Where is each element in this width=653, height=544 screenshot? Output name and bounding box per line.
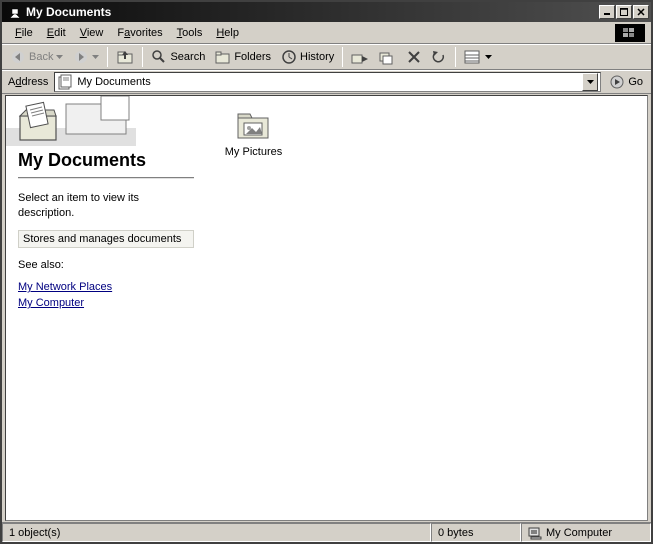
computer-icon xyxy=(528,526,542,540)
chevron-down-icon xyxy=(56,54,63,61)
search-button[interactable]: Search xyxy=(147,46,209,68)
menu-favorites[interactable]: Favorites xyxy=(110,25,169,41)
minimize-button[interactable] xyxy=(599,5,615,19)
windows-flag-icon xyxy=(615,24,645,42)
explorer-window: My Documents File Edit View Favorites To… xyxy=(0,0,653,544)
titlebar: My Documents xyxy=(2,2,651,22)
moveto-button[interactable] xyxy=(347,46,373,68)
history-button[interactable]: History xyxy=(277,46,338,68)
go-icon xyxy=(609,74,625,90)
window-title: My Documents xyxy=(26,5,598,19)
delete-icon xyxy=(407,50,421,64)
menu-help[interactable]: Help xyxy=(209,25,246,41)
delete-button[interactable] xyxy=(403,46,425,68)
menu-tools[interactable]: Tools xyxy=(170,25,210,41)
forward-arrow-icon xyxy=(73,49,89,65)
copyto-button[interactable] xyxy=(375,46,401,68)
maximize-button[interactable] xyxy=(616,5,632,19)
folder-label: My Pictures xyxy=(216,144,291,158)
file-list[interactable]: My Pictures xyxy=(206,96,647,520)
address-dropdown[interactable] xyxy=(582,73,598,91)
menu-file[interactable]: File xyxy=(8,25,40,41)
close-button[interactable] xyxy=(633,5,649,19)
address-bar: Address My Documents Go xyxy=(2,70,651,94)
mydocuments-icon xyxy=(57,74,73,90)
link-my-network-places[interactable]: My Network Places xyxy=(6,281,206,297)
undo-button[interactable] xyxy=(427,46,451,68)
panel-description: Stores and manages documents xyxy=(18,230,194,248)
statusbar: 1 object(s) 0 bytes My Computer xyxy=(2,522,651,542)
panel-banner xyxy=(6,96,206,146)
address-value: My Documents xyxy=(77,76,150,88)
history-icon xyxy=(281,49,297,65)
link-my-computer[interactable]: My Computer xyxy=(6,297,206,313)
chevron-down-icon xyxy=(587,79,594,86)
address-label: Address xyxy=(6,76,50,88)
moveto-icon xyxy=(351,49,369,65)
forward-button[interactable] xyxy=(69,46,103,68)
menu-view[interactable]: View xyxy=(73,25,111,41)
search-icon xyxy=(151,49,167,65)
address-input[interactable]: My Documents xyxy=(54,72,601,92)
panel-divider xyxy=(18,177,194,179)
undo-icon xyxy=(431,49,447,65)
panel-select-prompt: Select an item to view its description. xyxy=(6,191,206,230)
menu-edit[interactable]: Edit xyxy=(40,25,73,41)
status-objects: 1 object(s) xyxy=(2,523,431,542)
app-icon xyxy=(7,4,23,20)
views-button[interactable] xyxy=(460,46,496,68)
back-arrow-icon xyxy=(10,49,26,65)
info-panel: My Documents Select an item to view its … xyxy=(6,96,206,520)
folder-icon xyxy=(216,106,291,144)
folders-icon xyxy=(215,49,231,65)
panel-title: My Documents xyxy=(6,146,206,177)
folders-button[interactable]: Folders xyxy=(211,46,275,68)
chevron-down-icon xyxy=(485,54,492,61)
status-size: 0 bytes xyxy=(431,523,521,542)
go-button[interactable]: Go xyxy=(605,74,647,90)
views-icon xyxy=(464,49,482,65)
panel-see-also: See also: xyxy=(6,258,206,281)
content-area: My Documents Select an item to view its … xyxy=(5,95,648,521)
window-controls xyxy=(598,5,649,19)
up-button[interactable] xyxy=(112,46,138,68)
up-folder-icon xyxy=(116,49,134,65)
status-location: My Computer xyxy=(521,523,651,542)
folder-item[interactable]: My Pictures xyxy=(216,106,291,510)
menubar: File Edit View Favorites Tools Help xyxy=(2,22,651,44)
toolbar: Back Search Folders History xyxy=(2,44,651,70)
chevron-down-icon xyxy=(92,54,99,61)
back-button[interactable]: Back xyxy=(6,46,67,68)
copyto-icon xyxy=(379,49,397,65)
